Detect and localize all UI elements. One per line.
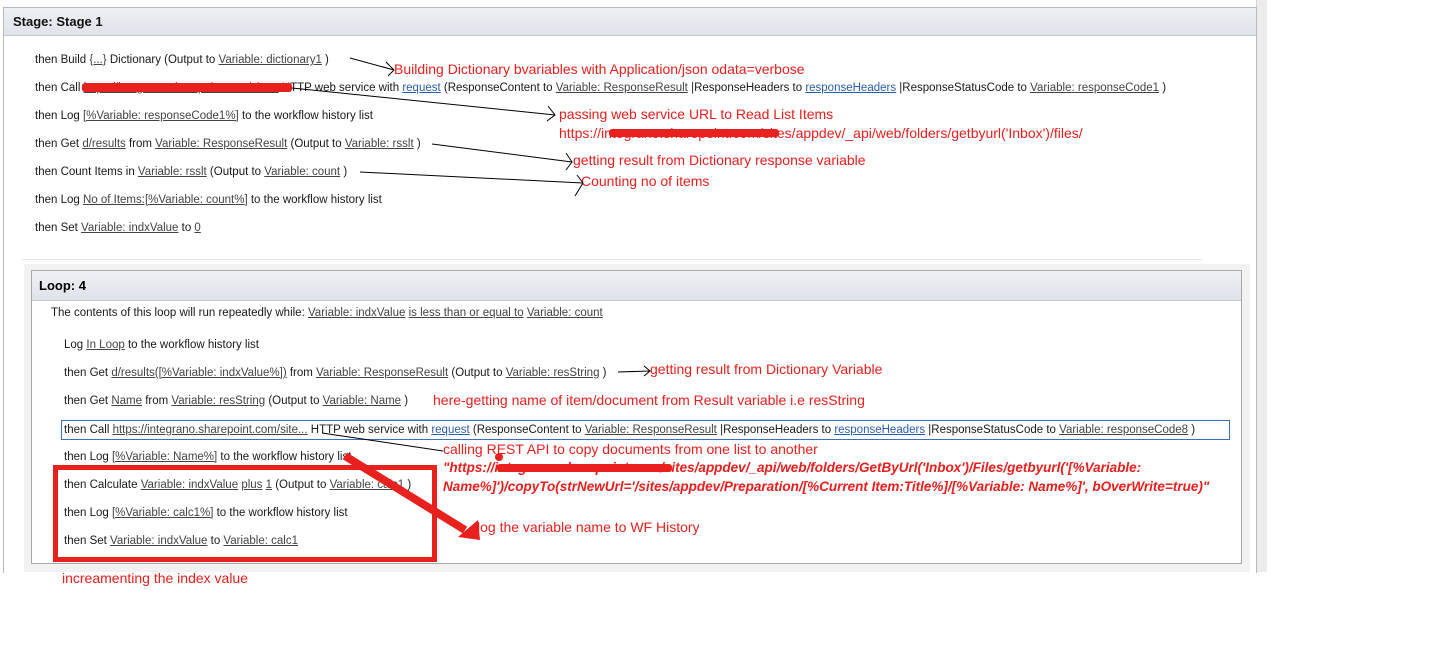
arrow-line xyxy=(359,171,584,197)
arrow-line xyxy=(291,87,556,122)
arrow-line xyxy=(321,432,444,452)
annotation-arrows xyxy=(291,57,651,540)
arrow-line xyxy=(617,365,651,377)
arrow-line xyxy=(349,57,395,77)
arrow-line xyxy=(431,143,573,171)
thick-red-arrow xyxy=(342,452,480,540)
